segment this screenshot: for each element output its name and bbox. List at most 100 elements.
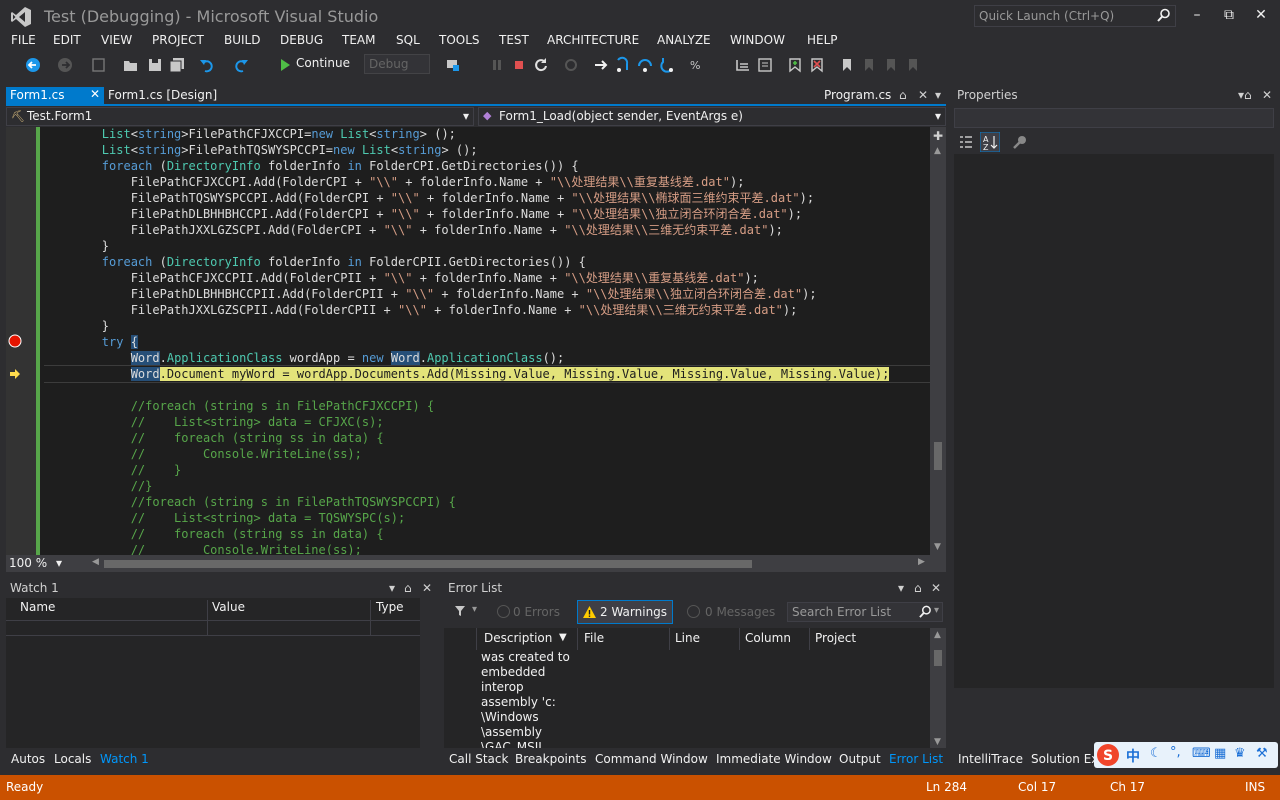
warnings-filter-button[interactable]: 2 Warnings xyxy=(577,600,673,624)
bookmark-icon[interactable] xyxy=(838,56,856,74)
tab-autos[interactable]: Autos xyxy=(11,752,45,766)
tab-output[interactable]: Output xyxy=(839,752,881,766)
error-column-line[interactable]: Line xyxy=(675,631,700,645)
editor-vertical-scroll-thumb[interactable] xyxy=(934,442,942,470)
warning-description-cell[interactable]: was created to embedded interop assembly… xyxy=(481,650,571,748)
tab-immediate-window[interactable]: Immediate Window xyxy=(716,752,832,766)
tab-watch-1[interactable]: Watch 1 xyxy=(100,752,149,766)
scroll-down-icon[interactable]: ▼ xyxy=(934,737,941,747)
navigate-back-icon[interactable] xyxy=(24,56,42,74)
stack-frame-icon[interactable] xyxy=(756,56,774,74)
moon-icon[interactable]: ☾ xyxy=(1150,746,1162,761)
watch-column-value[interactable]: Value xyxy=(212,600,245,614)
watch-column-name[interactable]: Name xyxy=(20,600,55,614)
step-out-icon[interactable] xyxy=(658,56,676,74)
close-icon[interactable]: ✕ xyxy=(1262,88,1272,102)
continue-icon[interactable] xyxy=(276,56,294,74)
tab-form1-design[interactable]: Form1.cs [Design] xyxy=(108,88,217,102)
bookmark-add-icon[interactable] xyxy=(786,56,804,74)
previous-bookmark-icon[interactable] xyxy=(860,56,878,74)
error-column-file[interactable]: File xyxy=(584,631,604,645)
step-over-icon[interactable] xyxy=(636,56,654,74)
tab-error-list[interactable]: Error List xyxy=(889,752,943,766)
chevron-down-icon[interactable]: ▾ xyxy=(389,581,395,595)
menu-project[interactable]: PROJECT xyxy=(152,33,204,47)
filter-icon[interactable] xyxy=(454,605,466,617)
open-file-icon[interactable] xyxy=(122,56,140,74)
scroll-up-icon[interactable]: ▲ xyxy=(934,146,941,156)
menu-window[interactable]: WINDOW xyxy=(730,33,785,47)
menu-team[interactable]: TEAM xyxy=(342,33,375,47)
error-list-scroll-thumb[interactable] xyxy=(934,650,942,666)
restore-button[interactable]: ⧉ xyxy=(1216,4,1242,26)
pin-icon[interactable]: ⌂ xyxy=(899,88,907,102)
show-next-statement-icon[interactable] xyxy=(592,56,610,74)
scroll-up-icon[interactable]: ▲ xyxy=(934,630,941,640)
tab-form1-cs[interactable]: Form1.cs ✕ xyxy=(6,87,104,105)
grid-icon[interactable]: ▦ xyxy=(1214,746,1226,761)
watch-empty-row[interactable] xyxy=(6,620,420,636)
menu-analyze[interactable]: ANALYZE xyxy=(657,33,711,47)
minimize-button[interactable]: – xyxy=(1184,4,1210,26)
scroll-right-icon[interactable]: ▶ xyxy=(918,557,925,567)
close-icon[interactable]: ✕ xyxy=(90,87,100,101)
undo-icon[interactable] xyxy=(198,56,216,74)
next-bookmark-icon[interactable] xyxy=(882,56,900,74)
menu-architecture[interactable]: ARCHITECTURE xyxy=(547,33,639,47)
hexadecimal-display-icon[interactable]: % xyxy=(688,56,706,74)
bookmark-remove-icon[interactable] xyxy=(808,56,826,74)
thread-icon[interactable] xyxy=(734,56,752,74)
watch-column-type[interactable]: Type xyxy=(376,600,404,614)
editor-vertical-scrollbar[interactable] xyxy=(930,127,946,555)
chevron-down-icon[interactable]: ▾ xyxy=(472,604,477,615)
pin-icon[interactable]: ⌂ xyxy=(1244,88,1252,102)
pin-icon[interactable]: ⌂ xyxy=(404,581,412,595)
sogou-logo-icon[interactable]: S xyxy=(1096,743,1120,767)
ime-language-toggle[interactable]: 中 xyxy=(1126,746,1140,766)
redo-icon[interactable] xyxy=(232,56,250,74)
menu-test[interactable]: TEST xyxy=(499,33,529,47)
close-icon[interactable]: ✕ xyxy=(918,88,928,102)
search-icon[interactable] xyxy=(1157,8,1171,22)
chevron-down-icon[interactable]: ▾ xyxy=(898,581,904,595)
menu-view[interactable]: VIEW xyxy=(101,33,132,47)
editor-horizontal-scroll-thumb[interactable] xyxy=(104,560,752,568)
menu-debug[interactable]: DEBUG xyxy=(280,33,323,47)
chevron-down-icon[interactable]: ▾ xyxy=(934,605,939,616)
properties-object-combo[interactable] xyxy=(954,108,1274,128)
menu-build[interactable]: BUILD xyxy=(224,33,260,47)
member-navigation-combo[interactable]: ◆ Form1_Load(object sender, EventArgs e)… xyxy=(478,107,946,126)
menu-edit[interactable]: EDIT xyxy=(53,33,81,47)
chevron-down-icon[interactable]: ▾ xyxy=(935,88,941,102)
tab-command-window[interactable]: Command Window xyxy=(595,752,708,766)
menu-tools[interactable]: TOOLS xyxy=(439,33,480,47)
tools-icon[interactable]: ⚒ xyxy=(1256,746,1268,761)
close-window-button[interactable]: ✕ xyxy=(1248,4,1274,26)
scroll-left-icon[interactable]: ◀ xyxy=(92,557,99,567)
menu-file[interactable]: FILE xyxy=(11,33,36,47)
error-column-column[interactable]: Column xyxy=(745,631,791,645)
continue-button[interactable]: Continue xyxy=(296,56,350,70)
new-project-icon[interactable] xyxy=(90,56,108,74)
punctuation-icon[interactable]: °, xyxy=(1170,745,1181,760)
navigate-forward-icon[interactable] xyxy=(56,56,74,74)
pin-icon[interactable]: ⌂ xyxy=(914,581,922,595)
clear-bookmarks-icon[interactable] xyxy=(904,56,922,74)
split-icon[interactable]: ✚ xyxy=(933,129,943,143)
refresh-icon[interactable] xyxy=(562,56,580,74)
error-column-description[interactable]: Description xyxy=(484,631,552,645)
tab-program-cs[interactable]: Program.cs xyxy=(824,88,891,102)
close-icon[interactable]: ✕ xyxy=(931,581,941,595)
tab-call-stack[interactable]: Call Stack xyxy=(449,752,508,766)
restart-icon[interactable] xyxy=(532,56,550,74)
alphabetical-icon[interactable]: AZ xyxy=(980,132,1000,152)
close-icon[interactable]: ✕ xyxy=(422,581,432,595)
tab-breakpoints[interactable]: Breakpoints xyxy=(515,752,586,766)
error-list-scrollbar[interactable] xyxy=(930,628,946,748)
menu-help[interactable]: HELP xyxy=(807,33,838,47)
save-icon[interactable] xyxy=(146,56,164,74)
break-all-icon[interactable] xyxy=(488,56,506,74)
property-pages-icon[interactable] xyxy=(1012,134,1028,150)
categorized-icon[interactable] xyxy=(958,134,974,150)
search-icon[interactable] xyxy=(919,605,932,618)
